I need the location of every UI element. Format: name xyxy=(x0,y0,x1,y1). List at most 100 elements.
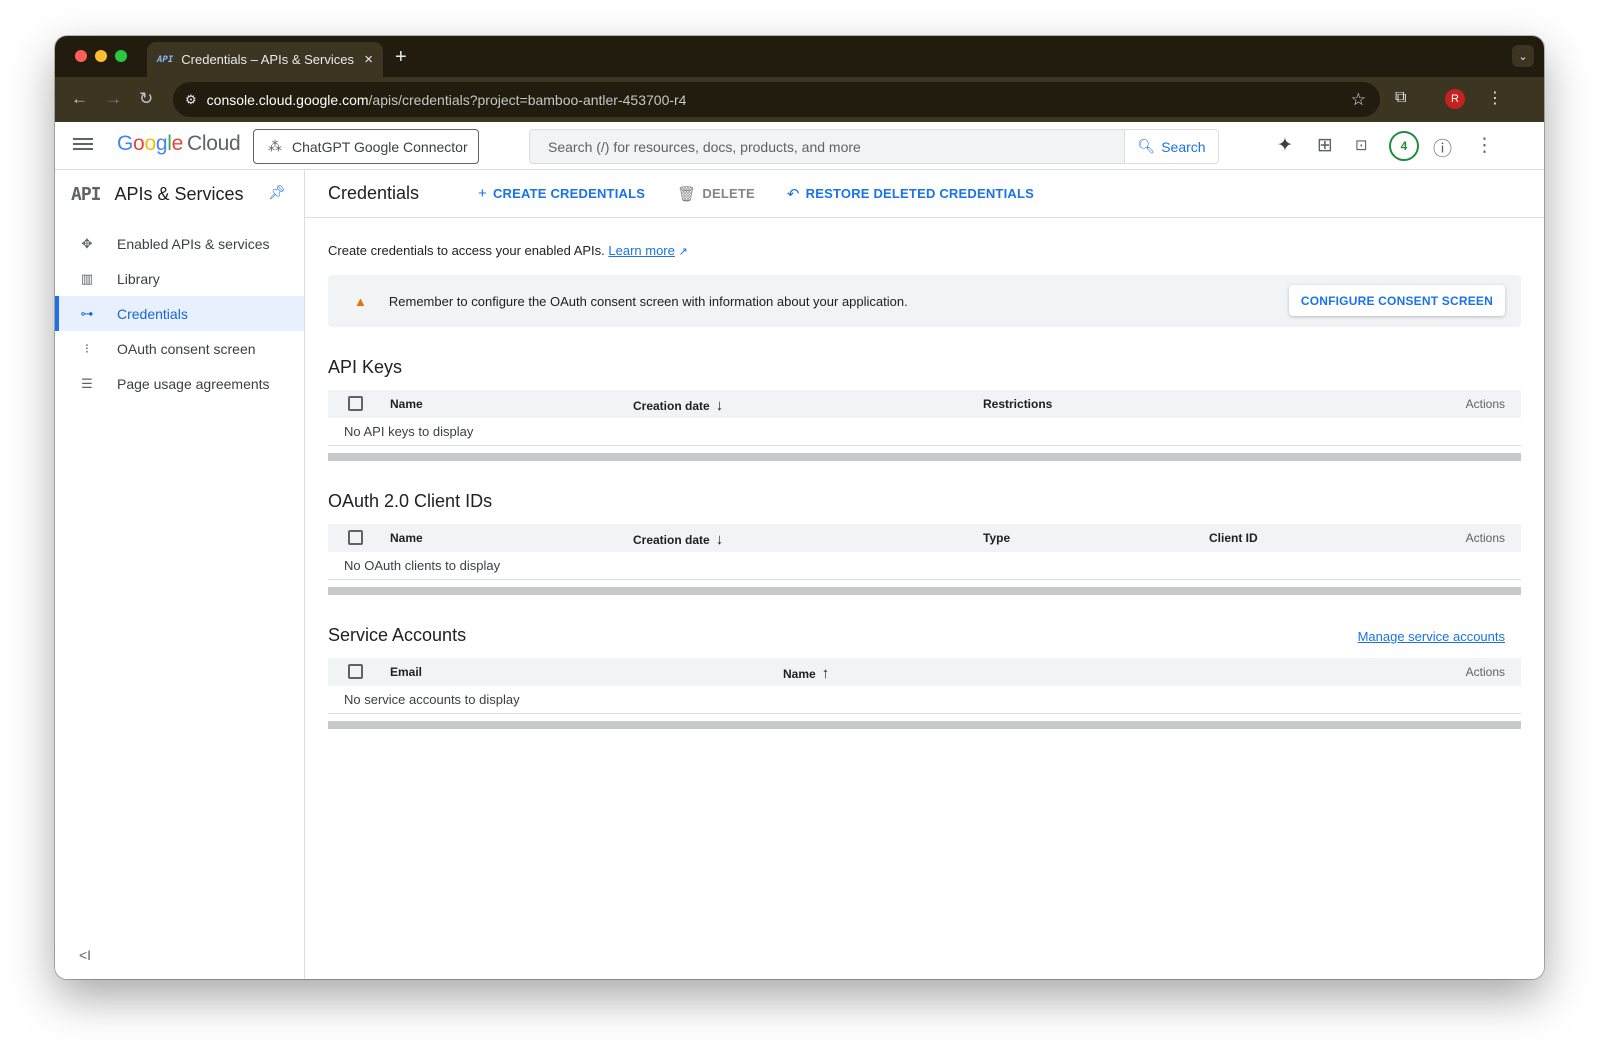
column-header-name[interactable]: Name ↑ xyxy=(783,665,829,682)
select-all-checkbox[interactable] xyxy=(348,664,363,679)
undo-icon: ↶ xyxy=(786,185,800,203)
column-header-type[interactable]: Type xyxy=(983,531,1010,545)
section-title: API Keys xyxy=(328,357,403,377)
reload-icon[interactable]: ↻ xyxy=(139,89,153,109)
browser-window: API Credentials – APIs & Services × + ⌄ … xyxy=(55,36,1544,979)
horizontal-scrollbar[interactable] xyxy=(328,587,1521,595)
restore-deleted-credentials-button[interactable]: ↶ RESTORE DELETED CREDENTIALS xyxy=(787,185,1034,203)
notifications-badge[interactable]: 4 xyxy=(1389,131,1419,161)
sidebar-header: API APIs & Services 📌︎ xyxy=(55,170,304,218)
sidebar-item-oauth-consent[interactable]: ⁝ OAuth consent screen xyxy=(55,331,304,366)
sidebar-item-library[interactable]: ▥ Library xyxy=(55,261,304,296)
page-title: Credentials xyxy=(328,183,420,203)
sort-up-arrow-icon: ↑ xyxy=(821,665,830,682)
api-logo-icon: API xyxy=(71,183,101,205)
key-icon: ⊶ xyxy=(80,305,94,321)
profile-avatar[interactable]: R xyxy=(1445,89,1465,109)
column-header-restrictions: Restrictions xyxy=(983,397,1053,411)
tab-search-chevron-icon[interactable]: ⌄ xyxy=(1512,45,1534,67)
url-text: console.cloud.google.com/apis/credential… xyxy=(206,91,687,108)
empty-table-message: No API keys to display xyxy=(328,418,1521,446)
tab-strip: API Credentials – APIs & Services × + ⌄ xyxy=(55,36,1544,77)
column-header-name[interactable]: Name xyxy=(390,531,423,545)
column-header-name[interactable]: Name xyxy=(390,397,423,411)
pin-icon[interactable]: 📌︎ xyxy=(268,184,286,201)
tab-title: Credentials – APIs & Services xyxy=(181,52,354,67)
search-button[interactable]: 🔍︎ Search xyxy=(1124,130,1218,163)
select-all-checkbox[interactable] xyxy=(348,396,363,411)
main-content: Credentials + CREATE CREDENTIALS 🗑︎ DELE… xyxy=(305,170,1544,979)
service-accounts-table-header: Email Name ↑ Actions xyxy=(328,658,1521,686)
cloud-shell-terminal-icon[interactable]: ⊡ xyxy=(1355,136,1368,154)
horizontal-scrollbar[interactable] xyxy=(328,721,1521,729)
oauth-clients-section: OAuth 2.0 Client IDs Name Creation date ↓… xyxy=(328,491,1521,595)
forward-arrow-icon[interactable]: → xyxy=(105,89,122,109)
manage-service-accounts-link[interactable]: Manage service accounts xyxy=(1358,629,1505,644)
sidebar-item-enabled-apis[interactable]: ✥ Enabled APIs & services xyxy=(55,226,304,261)
bookmark-star-icon[interactable]: ☆ xyxy=(1351,90,1366,110)
column-header-creation-date[interactable]: Creation date ↓ xyxy=(633,397,723,414)
column-header-creation-date[interactable]: Creation date ↓ xyxy=(633,531,723,548)
tab-close-icon[interactable]: × xyxy=(364,51,373,68)
search-bar: 🔍︎ Search xyxy=(529,129,1219,164)
sidebar-item-credentials[interactable]: ⊶ Credentials xyxy=(55,296,304,331)
site-settings-icon[interactable]: ⚙ xyxy=(185,92,197,108)
action-bar: Credentials + CREATE CREDENTIALS 🗑︎ DELE… xyxy=(305,170,1544,218)
sidebar: API APIs & Services 📌︎ ✥ Enabled APIs & … xyxy=(55,170,305,979)
gcp-header: GoogleCloud ⁂ ChatGPT Google Connector 🔍… xyxy=(55,122,1544,170)
enabled-apis-icon: ✥ xyxy=(81,235,93,251)
column-header-client-id[interactable]: Client ID xyxy=(1209,531,1258,545)
service-accounts-section: Service Accounts Manage service accounts… xyxy=(328,625,1521,729)
empty-table-message: No OAuth clients to display xyxy=(328,552,1521,580)
back-arrow-icon[interactable]: ← xyxy=(71,89,88,109)
settings-menu-icon[interactable]: ⋮ xyxy=(1475,134,1494,157)
sidebar-item-page-usage[interactable]: ☰ Page usage agreements xyxy=(55,366,304,401)
help-icon[interactable]: ⓘ xyxy=(1433,134,1452,161)
section-title: Service Accounts xyxy=(328,625,467,645)
gift-icon[interactable]: ⊞ xyxy=(1317,134,1333,157)
browser-tab-credentials[interactable]: API Credentials – APIs & Services × xyxy=(147,42,383,77)
api-favicon-icon: API xyxy=(157,54,174,65)
column-header-actions: Actions xyxy=(1465,531,1505,545)
empty-table-message: No service accounts to display xyxy=(328,686,1521,714)
minimize-window-button[interactable] xyxy=(95,50,107,62)
library-icon: ▥ xyxy=(80,270,94,286)
column-header-actions: Actions xyxy=(1465,665,1505,679)
google-cloud-logo[interactable]: Google Cloud xyxy=(117,132,241,156)
configure-consent-screen-button[interactable]: CONFIGURE CONSENT SCREEN xyxy=(1288,285,1505,316)
oauth-warning-banner: ▲ Remember to configure the OAuth consen… xyxy=(328,275,1521,327)
oauth-clients-table-header: Name Creation date ↓ Type Client ID Actio… xyxy=(328,524,1521,552)
browser-menu-icon[interactable]: ⋮ xyxy=(1487,88,1503,108)
external-link-icon: ↗ xyxy=(678,246,688,258)
create-credentials-button[interactable]: + CREATE CREDENTIALS xyxy=(478,185,645,202)
project-name: ChatGPT Google Connector xyxy=(292,138,468,155)
address-bar[interactable]: ⚙ console.cloud.google.com/apis/credenti… xyxy=(173,82,1380,117)
close-window-button[interactable] xyxy=(75,50,87,62)
maximize-window-button[interactable] xyxy=(115,50,127,62)
column-header-actions: Actions xyxy=(1465,397,1505,411)
column-header-email[interactable]: Email xyxy=(390,665,422,679)
oauth-icon: ⁝ xyxy=(84,340,90,356)
gemini-sparkle-icon[interactable]: ✦ xyxy=(1277,134,1293,157)
warning-icon: ▲ xyxy=(354,293,367,309)
hamburger-menu-icon[interactable] xyxy=(73,135,93,155)
browser-toolbar: ← → ↻ ⚙ console.cloud.google.com/apis/cr… xyxy=(55,77,1544,122)
select-all-checkbox[interactable] xyxy=(348,530,363,545)
trash-icon: 🗑︎ xyxy=(677,185,697,203)
plus-icon: + xyxy=(478,185,487,202)
intro-text: Create credentials to access your enable… xyxy=(328,243,688,258)
search-icon: 🔍︎ xyxy=(1137,138,1156,154)
extensions-puzzle-icon[interactable]: ⧉ xyxy=(1395,89,1406,107)
sort-down-arrow-icon: ↓ xyxy=(715,531,724,548)
collapse-sidebar-icon[interactable]: <I xyxy=(79,947,91,963)
new-tab-button[interactable]: + xyxy=(395,46,407,69)
learn-more-link[interactable]: Learn more xyxy=(608,243,674,258)
section-title: OAuth 2.0 Client IDs xyxy=(328,491,493,511)
horizontal-scrollbar[interactable] xyxy=(328,453,1521,461)
delete-button[interactable]: 🗑︎ DELETE xyxy=(677,185,755,203)
sidebar-title: APIs & Services xyxy=(114,183,244,204)
project-picker-button[interactable]: ⁂ ChatGPT Google Connector xyxy=(253,129,479,164)
credentials-content: Create credentials to access your enable… xyxy=(305,243,1544,729)
project-icon: ⁂ xyxy=(268,138,282,154)
search-input[interactable] xyxy=(530,130,1124,163)
